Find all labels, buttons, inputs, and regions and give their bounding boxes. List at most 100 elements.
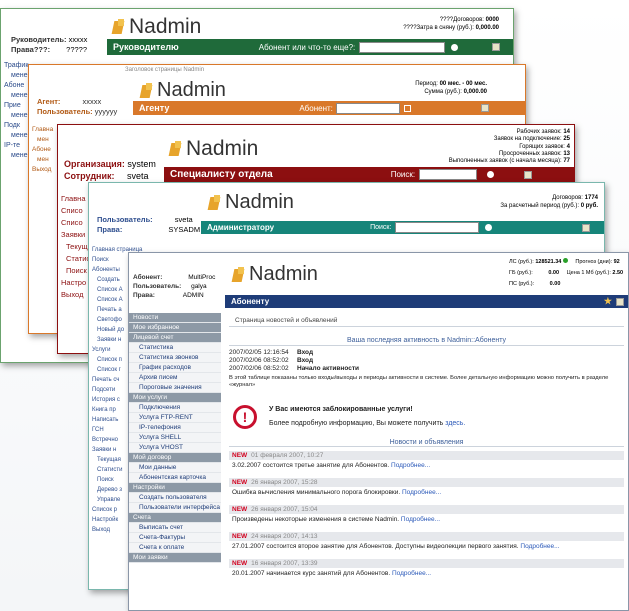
sidebar-item[interactable]: Выход: [89, 525, 129, 535]
menu-section[interactable]: Лицевой счет: [129, 333, 221, 343]
alert-link[interactable]: здесь.: [445, 420, 465, 427]
sidebar-item[interactable]: Новый до: [89, 325, 129, 335]
read-more-link[interactable]: Подробнее...: [520, 543, 559, 550]
activity-row: 2007/02/06 08:52:02 Вход: [229, 357, 314, 364]
admin-sidebar: Главная страница Поиск Абоненты Создать …: [89, 245, 142, 535]
menu-item[interactable]: Абонентская карточка: [129, 473, 221, 483]
subscriber-menu: Новости Мое избранное Лицевой счет Стати…: [129, 313, 221, 563]
menu-item[interactable]: Услуга VHOST: [129, 443, 221, 453]
menu-section[interactable]: Мои услуги: [129, 393, 221, 403]
menu-item[interactable]: Мои данные: [129, 463, 221, 473]
subscriber-stats: ЛС (руб.): 128521.34 Прогноз (дни): 92 Г…: [509, 258, 624, 287]
help-icon[interactable]: [582, 223, 591, 232]
menu-section[interactable]: Мое избранное: [129, 323, 221, 333]
menu-section[interactable]: Новости: [129, 313, 221, 323]
sidebar-item[interactable]: Управле: [89, 495, 129, 505]
help-icon[interactable]: [492, 43, 501, 51]
menu-item[interactable]: IP-телефония: [129, 423, 221, 433]
search-icon[interactable]: [451, 43, 459, 51]
page-title: Страница новостей и объявлений: [229, 315, 624, 327]
sidebar-item[interactable]: Поиск: [89, 255, 129, 265]
sidebar-item[interactable]: Дерево з: [89, 485, 129, 495]
read-more-link[interactable]: Подробнее...: [392, 570, 431, 577]
activity-row: 2007/02/05 12:16:54 Вход: [229, 349, 314, 356]
sidebar-item[interactable]: Печать а: [89, 305, 129, 315]
sidebar-item[interactable]: Книга пр: [89, 405, 129, 415]
sidebar-item[interactable]: Список р: [89, 505, 129, 515]
menu-item[interactable]: Пороговые значения: [129, 383, 221, 393]
sidebar-item[interactable]: Абоненты: [89, 265, 129, 275]
search-input[interactable]: [419, 169, 478, 180]
specialist-stats: Рабочих заявок: 14 Заявок на подключение…: [448, 129, 570, 165]
sidebar-item[interactable]: Написать: [89, 415, 129, 425]
sidebar-item[interactable]: Главна: [58, 193, 92, 205]
sidebar-item[interactable]: История с: [89, 395, 129, 405]
menu-item[interactable]: График расходов: [129, 363, 221, 373]
bar-title: Руководителю: [113, 42, 179, 52]
sidebar-item[interactable]: Список А: [89, 285, 129, 295]
sidebar-item[interactable]: Заявки н: [89, 335, 129, 345]
read-more-link[interactable]: Подробнее...: [401, 516, 440, 523]
help-icon[interactable]: [480, 104, 489, 112]
sidebar-item[interactable]: Выход: [58, 289, 92, 301]
sidebar-item[interactable]: Поиск: [58, 265, 92, 277]
search-input[interactable]: [395, 222, 480, 233]
news-item: NEW 01 февраля 2007, 10:27 3.02.2007 сост…: [229, 451, 624, 471]
sidebar-item[interactable]: Списо: [58, 217, 92, 229]
search-input[interactable]: [359, 41, 446, 53]
admin-user-info: Пользователь: sveta Права: SYSADM: [97, 215, 201, 234]
sidebar-item[interactable]: Статис: [58, 253, 92, 265]
sidebar-item[interactable]: Статисти: [89, 465, 129, 475]
menu-item[interactable]: Счета к оплате: [129, 543, 221, 553]
sidebar-item[interactable]: Печать сч: [89, 375, 129, 385]
menu-item[interactable]: Создать пользователя: [129, 493, 221, 503]
menu-item[interactable]: Услуга SHELL: [129, 433, 221, 443]
bar-title: Администратору: [207, 223, 275, 232]
read-more-link[interactable]: Подробнее...: [391, 462, 430, 469]
sidebar-item[interactable]: Списо: [58, 205, 92, 217]
sidebar-item[interactable]: Поиск: [89, 475, 129, 485]
menu-item[interactable]: Статистика звонков: [129, 353, 221, 363]
search-input[interactable]: [335, 102, 400, 114]
menu-item[interactable]: Выписать счет: [129, 523, 221, 533]
sidebar-item[interactable]: Текущ: [58, 241, 92, 253]
menu-section[interactable]: Мои заявки: [129, 553, 221, 563]
read-more-link[interactable]: Подробнее...: [402, 489, 441, 496]
search-icon[interactable]: [485, 224, 493, 231]
menu-item[interactable]: Услуга FTP-RENT: [129, 413, 221, 423]
sidebar-item[interactable]: Создать: [89, 275, 129, 285]
subscriber-window: Абонент: MultiProc Пользователь: galya П…: [128, 252, 629, 611]
sidebar-item[interactable]: Заявки н: [89, 445, 129, 455]
menu-section[interactable]: Мой договор: [129, 453, 221, 463]
logo-icon: [170, 141, 184, 157]
sidebar-item[interactable]: Список А: [89, 295, 129, 305]
sidebar-item[interactable]: Список г: [89, 365, 129, 375]
sidebar-item[interactable]: Подсети: [89, 385, 129, 395]
menu-section[interactable]: Счета: [129, 513, 221, 523]
sidebar-item[interactable]: Настройк: [89, 515, 129, 525]
sidebar-item[interactable]: Текущая: [89, 455, 129, 465]
favorite-star-icon[interactable]: ★: [604, 296, 612, 307]
sidebar-item[interactable]: Заявки: [58, 229, 92, 241]
screenshot-collage: Руководитель: xxxxx Права???: ????? Nadm…: [0, 0, 629, 611]
help-icon[interactable]: [616, 297, 624, 306]
sidebar-item[interactable]: Услуги: [89, 345, 129, 355]
search-icon[interactable]: [487, 171, 495, 178]
menu-section[interactable]: Настройки: [129, 483, 221, 493]
activity-row: 2007/02/06 08:52:02 Начало активности: [229, 365, 360, 372]
search-icon[interactable]: [403, 104, 411, 112]
sidebar-item[interactable]: Настро: [58, 277, 92, 289]
sidebar-item[interactable]: Список п: [89, 355, 129, 365]
menu-item[interactable]: Пользователи интерфейса: [129, 503, 221, 513]
nadmin-logo: Nadmin: [233, 263, 318, 286]
menu-item[interactable]: Архив писем: [129, 373, 221, 383]
sidebar-item[interactable]: Светофо: [89, 315, 129, 325]
sidebar-item[interactable]: Встречно: [89, 435, 129, 445]
menu-item[interactable]: Статистика: [129, 343, 221, 353]
sidebar-item[interactable]: ГСН: [89, 425, 129, 435]
menu-item[interactable]: Подключения: [129, 403, 221, 413]
alert-text: Более подробную информацию, Вы можете по…: [269, 420, 466, 427]
menu-item[interactable]: Счета-Фактуры: [129, 533, 221, 543]
help-icon[interactable]: [524, 170, 533, 179]
search-label: Поиск:: [390, 170, 416, 179]
